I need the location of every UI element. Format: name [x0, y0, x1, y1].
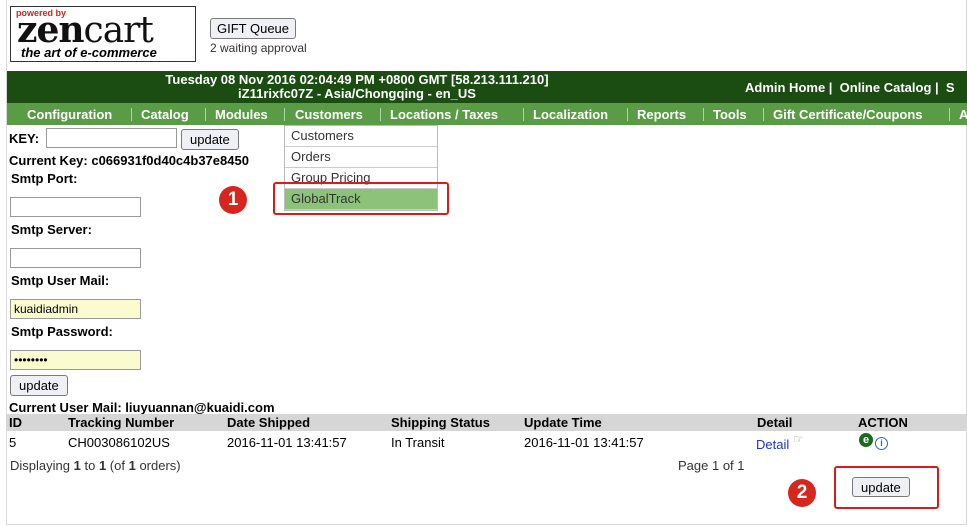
- smtp-update-button[interactable]: update: [10, 375, 68, 396]
- menu-catalog[interactable]: Catalog: [141, 107, 189, 122]
- col-update-time: Update Time: [524, 415, 602, 430]
- dropdown-item-orders[interactable]: Orders: [285, 147, 437, 168]
- cell-tracking: CH003086102US: [68, 435, 170, 450]
- highlight-box-update: [834, 466, 939, 509]
- menu-reports[interactable]: Reports: [637, 107, 686, 122]
- menu-customers[interactable]: Customers: [295, 107, 363, 122]
- menu-configuration[interactable]: Configuration: [27, 107, 112, 122]
- key-update-button[interactable]: update: [181, 129, 239, 150]
- menu-locations-taxes[interactable]: Locations / Taxes: [390, 107, 498, 122]
- key-input[interactable]: [46, 128, 177, 148]
- info-icon[interactable]: i: [875, 437, 888, 450]
- highlight-box-globaltrack: [273, 182, 449, 215]
- col-shipping-status: Shipping Status: [391, 415, 490, 430]
- col-tracking-number: Tracking Number: [68, 415, 175, 430]
- cell-id: 5: [9, 435, 17, 450]
- col-date-shipped: Date Shipped: [227, 415, 311, 430]
- detail-link[interactable]: Detail: [756, 437, 789, 452]
- smtp-port-input[interactable]: [10, 197, 141, 217]
- main-menu: Configuration Catalog Modules Customers …: [7, 103, 967, 125]
- zencart-logo[interactable]: powered by zencart the art of e-commerce: [10, 6, 196, 62]
- admin-home-link[interactable]: Admin Home: [745, 80, 825, 95]
- step-badge-2: 2: [788, 479, 816, 507]
- menu-tools[interactable]: Tools: [713, 107, 747, 122]
- col-id: ID: [9, 415, 22, 430]
- smtp-port-label: Smtp Port:: [11, 171, 78, 186]
- gift-waiting-text: 2 waiting approval: [210, 41, 307, 55]
- current-user-mail-text: Current User Mail: liuyuannan@kuaidi.com: [9, 400, 275, 415]
- page-indicator: Page 1 of 1: [678, 458, 745, 473]
- header-more-link[interactable]: S: [946, 80, 955, 95]
- smtp-user-input[interactable]: [10, 299, 141, 319]
- col-detail: Detail: [757, 415, 793, 430]
- smtp-server-input[interactable]: [10, 248, 141, 268]
- header-bar: Tuesday 08 Nov 2016 02:04:49 PM +0800 GM…: [7, 71, 967, 103]
- cell-update-time: 2016-11-01 13:41:57: [524, 435, 644, 450]
- menu-modules[interactable]: Modules: [215, 107, 268, 122]
- cell-status: In Transit: [391, 435, 445, 450]
- edit-icon[interactable]: e: [859, 433, 873, 447]
- dropdown-item-customers[interactable]: Customers: [285, 126, 437, 147]
- smtp-password-input[interactable]: [10, 350, 141, 370]
- gift-queue-button[interactable]: GIFT Queue: [210, 18, 297, 39]
- current-key-text: Current Key: c066931f0d40c4b37e8450: [9, 153, 249, 168]
- menu-localization[interactable]: Localization: [533, 107, 608, 122]
- header-datetime: Tuesday 08 Nov 2016 02:04:49 PM +0800 GM…: [165, 72, 549, 87]
- cell-date-shipped: 2016-11-01 13:41:57: [227, 435, 347, 450]
- step-badge-1: 1: [219, 186, 247, 214]
- online-catalog-link[interactable]: Online Catalog: [840, 80, 932, 95]
- menu-gift-certificate-coupons[interactable]: Gift Certificate/Coupons: [773, 107, 923, 122]
- menu-more[interactable]: A: [959, 107, 967, 122]
- detail-hand-icon[interactable]: ☞: [793, 432, 804, 446]
- header-server: iZ11rixfc07Z - Asia/Chongqing - en_US: [238, 86, 476, 101]
- key-label: KEY:: [9, 131, 40, 146]
- logo-tagline: the art of e-commerce: [21, 45, 157, 60]
- smtp-password-label: Smtp Password:: [11, 324, 113, 339]
- smtp-user-label: Smtp User Mail:: [11, 273, 110, 288]
- displaying-text: Displaying 1 to 1 (of 1 orders): [10, 458, 181, 473]
- smtp-server-label: Smtp Server:: [11, 222, 92, 237]
- col-action: ACTION: [858, 415, 908, 430]
